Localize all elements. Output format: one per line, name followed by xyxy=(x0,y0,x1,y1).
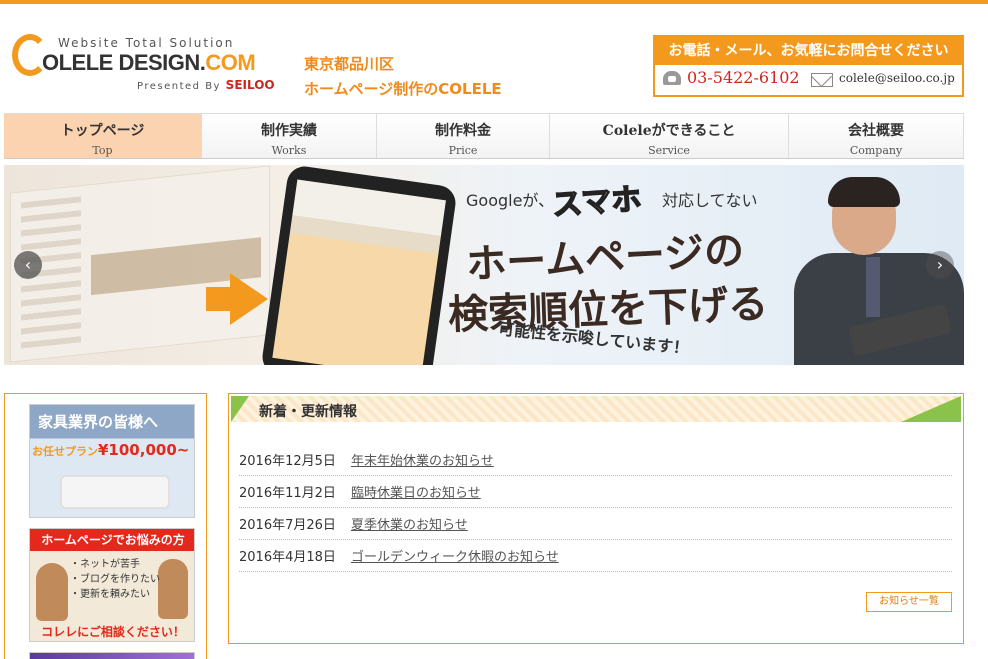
consult-banner-title: ホームページでお悩みの方 xyxy=(30,529,194,551)
phone-icon xyxy=(663,71,681,85)
slider-next-icon[interactable]: › xyxy=(926,251,954,279)
news-link[interactable]: 臨時休業日のお知らせ xyxy=(351,482,481,501)
header-tagline: 東京都品川区 ホームページ制作のCOLELE xyxy=(304,52,502,102)
banner-smartphone-image xyxy=(260,165,458,365)
tagline-location: 東京都品川区 xyxy=(304,55,395,73)
global-nav: トップページ Top 制作実績 Works 制作料金 Price Coleleが… xyxy=(4,113,964,159)
nav-sublabel: Service xyxy=(648,144,690,157)
contact-row: 03-5422-6102 colele@seiloo.co.jp xyxy=(655,65,962,95)
consult-banner[interactable]: ホームページでお悩みの方 ・ネットが苦手 ・ブログを作りたい ・更新を頼みたい … xyxy=(29,528,195,642)
nav-item-service[interactable]: Coleleができること Service xyxy=(550,114,789,158)
nav-item-top[interactable]: トップページ Top xyxy=(4,114,202,158)
news-title: 新着・更新情報 xyxy=(259,404,357,420)
furniture-plan-banner[interactable]: 家具業界の皆様へ お任せプラン¥100,000~ xyxy=(29,404,195,518)
furniture-banner-title: 家具業界の皆様へ xyxy=(38,413,159,431)
purple-banner[interactable] xyxy=(29,652,195,659)
banner-text-google: Googleが、 xyxy=(466,191,555,210)
sofa-image xyxy=(60,475,170,509)
email-link[interactable]: colele@seiloo.co.jp xyxy=(839,71,955,85)
consult-list: ・ネットが苦手 ・ブログを作りたい ・更新を頼みたい xyxy=(70,557,160,602)
banner-text-taiou: 対応してない xyxy=(662,191,758,210)
logo-name-main: OLELE DESIGN. xyxy=(42,50,206,75)
logo-presented-by: Presented By SEILOO xyxy=(137,78,275,92)
news-more-button[interactable]: お知らせ一覧 xyxy=(866,592,952,612)
nav-label: 制作料金 xyxy=(435,123,491,139)
mail-icon xyxy=(811,73,833,87)
logo-subtitle: Website Total Solution xyxy=(58,36,235,50)
slider-prev-icon[interactable]: ‹ xyxy=(14,251,42,279)
site-logo[interactable]: Website Total Solution OLELE DESIGN.COM … xyxy=(12,34,287,96)
nav-item-company[interactable]: 会社概要 Company xyxy=(789,114,964,158)
news-link[interactable]: 年末年始休業のお知らせ xyxy=(351,450,494,469)
banner-site-screenshot xyxy=(10,165,270,363)
hero-slider[interactable]: Googleが、 スマホ 対応してない ホームページの 検索順位を下げる 可能性… xyxy=(4,165,964,365)
contact-heading: お電話・メール、お気軽にお問合せください xyxy=(655,37,962,65)
plan-label: お任せプラン xyxy=(32,445,98,458)
nav-label: トップページ xyxy=(60,123,145,139)
consult-item: ・更新を頼みたい xyxy=(70,589,150,600)
nav-label: 会社概要 xyxy=(848,123,904,139)
news-date: 2016年12月5日 xyxy=(239,454,336,469)
nav-item-works[interactable]: 制作実績 Works xyxy=(202,114,377,158)
news-item: 2016年4月18日 ゴールデンウィーク休暇のお知らせ xyxy=(239,540,952,572)
nav-sublabel: Works xyxy=(271,144,307,157)
banner-text-smaho: スマホ xyxy=(550,181,643,224)
worried-person-figure xyxy=(158,559,188,619)
consult-item: ・ブログを作りたい xyxy=(70,574,160,585)
worried-person-figure xyxy=(36,563,68,621)
nav-item-price[interactable]: 制作料金 Price xyxy=(377,114,550,158)
furniture-banner-plan: お任せプラン¥100,000~ xyxy=(32,441,189,459)
news-link[interactable]: 夏季休業のお知らせ xyxy=(351,514,468,533)
logo-presenter: SEILOO xyxy=(225,78,275,92)
news-date: 2016年11月2日 xyxy=(239,486,336,501)
nav-sublabel: Top xyxy=(92,144,113,157)
tagline-service: ホームページ制作のCOLELE xyxy=(304,80,502,98)
consult-banner-cta: コレレにご相談ください！ xyxy=(41,625,185,639)
nav-label: Coleleができること xyxy=(602,123,736,139)
news-date: 2016年4月18日 xyxy=(239,550,336,565)
phone-number[interactable]: 03-5422-6102 xyxy=(687,68,800,87)
nav-sublabel: Price xyxy=(448,144,478,157)
plan-price: ¥100,000~ xyxy=(98,441,190,459)
news-header-bar: 新着・更新情報 xyxy=(231,396,961,422)
news-link[interactable]: ゴールデンウィーク休暇のお知らせ xyxy=(351,546,559,565)
news-item: 2016年12月5日 年末年始休業のお知らせ xyxy=(239,444,952,476)
logo-name-com: COM xyxy=(205,50,256,75)
logo-name: OLELE DESIGN.COM xyxy=(42,50,256,76)
consult-item: ・ネットが苦手 xyxy=(70,559,140,570)
nav-sublabel: Company xyxy=(849,144,903,157)
logo-presented-label: Presented By xyxy=(137,81,221,92)
nav-label: 制作実績 xyxy=(261,123,317,139)
man-hair xyxy=(828,177,900,207)
contact-box: お電話・メール、お気軽にお問合せください 03-5422-6102 colele… xyxy=(653,35,964,97)
news-item: 2016年11月2日 臨時休業日のお知らせ xyxy=(239,476,952,508)
news-list: 2016年12月5日 年末年始休業のお知らせ 2016年11月2日 臨時休業日の… xyxy=(239,444,952,572)
sidebar: 家具業界の皆様へ お任せプラン¥100,000~ ホームページでお悩みの方 ・ネ… xyxy=(4,393,207,659)
news-item: 2016年7月26日 夏季休業のお知らせ xyxy=(239,508,952,540)
news-section: 新着・更新情報 2016年12月5日 年末年始休業のお知らせ 2016年11月2… xyxy=(228,393,964,644)
news-date: 2016年7月26日 xyxy=(239,518,336,533)
arrow-right-icon xyxy=(206,273,268,325)
man-tie xyxy=(866,257,880,317)
top-accent-bar xyxy=(0,0,988,4)
